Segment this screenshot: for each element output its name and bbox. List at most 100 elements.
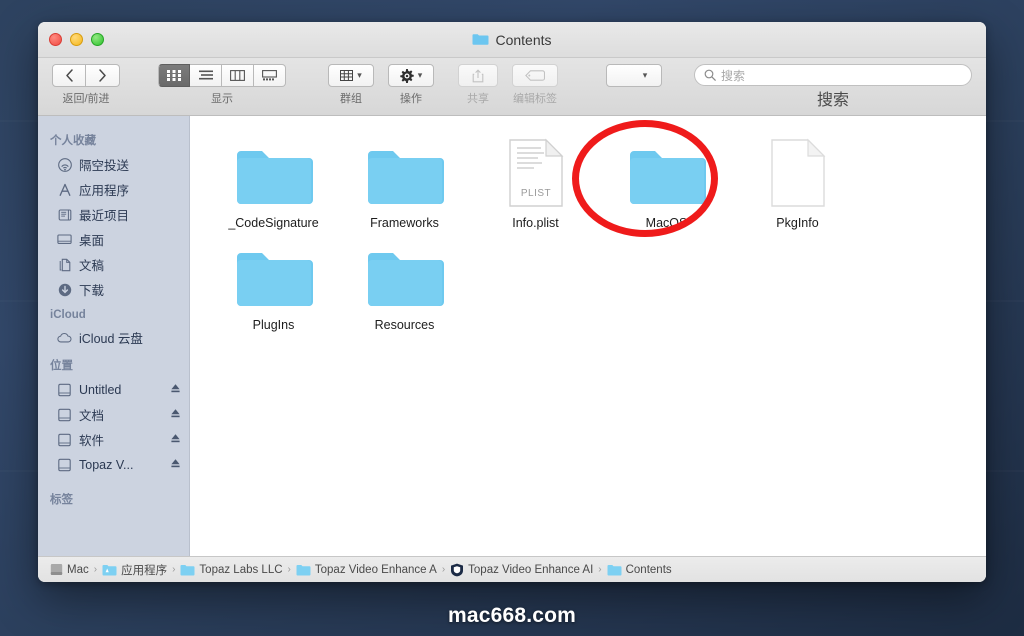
icon-view-button[interactable] [158, 64, 190, 87]
file-grid: _CodeSignature Frameworks PLIST Info.pli… [190, 116, 986, 332]
share-icon [472, 68, 484, 82]
tag-icon [525, 70, 545, 81]
eject-icon[interactable] [170, 433, 181, 447]
sidebar-header-favorites: 个人收藏 [50, 135, 96, 147]
chevron-down-icon: ▾ [417, 70, 423, 80]
file-name: Frameworks [370, 216, 439, 230]
sidebar-item-untitled[interactable]: Untitled [38, 377, 189, 402]
zoom-button[interactable] [91, 33, 104, 46]
edit-tags-button[interactable] [512, 64, 558, 87]
disk-icon [57, 432, 72, 447]
file-name: PkgInfo [776, 216, 819, 230]
chevron-left-icon [65, 69, 73, 82]
share-button[interactable] [458, 64, 498, 87]
sidebar-item-desktop[interactable]: 桌面 [38, 227, 189, 252]
breadcrumb-separator: › [598, 564, 602, 575]
search-field[interactable]: 搜索 [694, 64, 972, 86]
extra-popup-button[interactable]: ▾ [606, 64, 662, 87]
documents-icon [57, 257, 72, 272]
search-label: 搜索 [816, 92, 849, 109]
cloud-icon [57, 330, 72, 345]
breadcrumb-label: Contents [625, 563, 672, 576]
sidebar-item-airdrop[interactable]: 隔空投送 [38, 152, 189, 177]
folder-icon [628, 134, 706, 208]
tags-label: 编辑标签 [513, 93, 557, 105]
search-icon [704, 69, 716, 81]
file-item[interactable]: Frameworks [339, 128, 470, 230]
file-item[interactable]: _CodeSignature [208, 128, 339, 230]
sidebar-item-topaz-disk[interactable]: Topaz V... [38, 452, 189, 477]
sidebar-item-recents[interactable]: 最近项目 [38, 202, 189, 227]
breadcrumb-separator: › [441, 564, 446, 575]
back-button[interactable] [52, 64, 86, 87]
path-bar[interactable]: Mac › 应用程序 › Topaz Labs LLC › Topaz Vide… [38, 556, 986, 582]
grid-small-icon [340, 70, 354, 81]
sidebar-header-icloud: iCloud [50, 309, 86, 321]
file-pane[interactable]: _CodeSignature Frameworks PLIST Info.pli… [190, 116, 986, 556]
toolbar-group-view: 显示 [158, 64, 286, 106]
apps-folder-icon [102, 564, 117, 575]
downloads-icon [57, 282, 72, 297]
window-body: 个人收藏 隔空投送 应用程序 最近项目 桌面 文稿 下载 iCloud iClo… [38, 116, 986, 556]
breadcrumb-item-topaz-video-enhance[interactable]: Topaz Video Enhance A [296, 564, 437, 576]
column-view-button[interactable] [222, 64, 254, 87]
finder-toolbar: 返回/前进 显示 ▾ 群组 ▾ 操作 共享 编辑标签 ▾ 搜索 搜索 [38, 58, 986, 116]
toolbar-group-group: ▾ 群组 [328, 64, 374, 106]
sidebar-header-locations: 位置 [50, 360, 73, 372]
chevron-down-icon: ▾ [642, 70, 648, 80]
sidebar[interactable]: 个人收藏 隔空投送 应用程序 最近项目 桌面 文稿 下载 iCloud iClo… [38, 116, 190, 556]
eject-icon[interactable] [170, 458, 181, 472]
sidebar-header-tags: 标签 [50, 494, 73, 506]
eject-icon[interactable] [170, 383, 181, 397]
close-button[interactable] [49, 33, 62, 46]
breadcrumb-item-applications[interactable]: 应用程序 [102, 562, 167, 578]
sidebar-item-documents-disk[interactable]: 文档 [38, 402, 189, 427]
toolbar-group-extra: ▾ [606, 64, 662, 90]
file-item[interactable]: PlugIns [208, 230, 339, 332]
sidebar-item-applications[interactable]: 应用程序 [38, 177, 189, 202]
group-button[interactable]: ▾ [328, 64, 374, 87]
breadcrumb-item-topaz-app[interactable]: Topaz Video Enhance AI [450, 563, 593, 577]
chevron-right-icon [99, 69, 106, 82]
breadcrumb-item-topaz-labs[interactable]: Topaz Labs LLC [180, 564, 283, 576]
file-item[interactable]: Resources [339, 230, 470, 332]
action-button[interactable]: ▾ [388, 64, 434, 87]
gear-icon [400, 68, 414, 83]
file-item-macos[interactable]: MacOS [601, 128, 732, 230]
breadcrumb-item-contents[interactable]: Contents [607, 564, 672, 576]
breadcrumb-label: Topaz Video Enhance A [314, 563, 437, 576]
folder-icon [235, 236, 313, 310]
file-item[interactable]: PkgInfo [732, 128, 863, 230]
eject-icon[interactable] [170, 408, 181, 422]
sidebar-item-software-disk[interactable]: 软件 [38, 427, 189, 452]
file-name: Info.plist [512, 216, 559, 230]
desktop-icon [57, 232, 72, 247]
recents-icon [57, 207, 72, 222]
gallery-icon [262, 70, 277, 81]
folder-icon [607, 564, 622, 575]
forward-button[interactable] [86, 64, 120, 87]
file-item[interactable]: PLIST Info.plist [470, 128, 601, 230]
sidebar-item-label: 文档 [79, 409, 105, 423]
nav-label: 返回/前进 [62, 93, 110, 105]
minimize-button[interactable] [70, 33, 83, 46]
search-input[interactable]: 搜索 [721, 67, 745, 84]
app-icon [451, 563, 464, 576]
breadcrumb-label: Mac [67, 563, 89, 576]
toolbar-group-search: 搜索 搜索 [694, 64, 972, 110]
gallery-view-button[interactable] [254, 64, 286, 87]
list-view-button[interactable] [190, 64, 222, 87]
sidebar-item-label: 应用程序 [79, 184, 130, 198]
list-icon [198, 70, 213, 80]
window-title-text: Contents [495, 31, 552, 48]
breadcrumb-item-mac[interactable]: Mac [50, 563, 89, 576]
sidebar-item-icloud-drive[interactable]: iCloud 云盘 [38, 325, 189, 350]
sidebar-item-label: 最近项目 [79, 209, 130, 223]
sidebar-item-label: iCloud 云盘 [79, 332, 143, 346]
sidebar-item-documents[interactable]: 文稿 [38, 252, 189, 277]
sidebar-item-label: Topaz V... [79, 457, 134, 472]
toolbar-group-tags: 编辑标签 [512, 64, 558, 106]
disk-icon [57, 407, 72, 422]
sidebar-item-downloads[interactable]: 下载 [38, 277, 189, 302]
group-label: 群组 [340, 93, 362, 105]
